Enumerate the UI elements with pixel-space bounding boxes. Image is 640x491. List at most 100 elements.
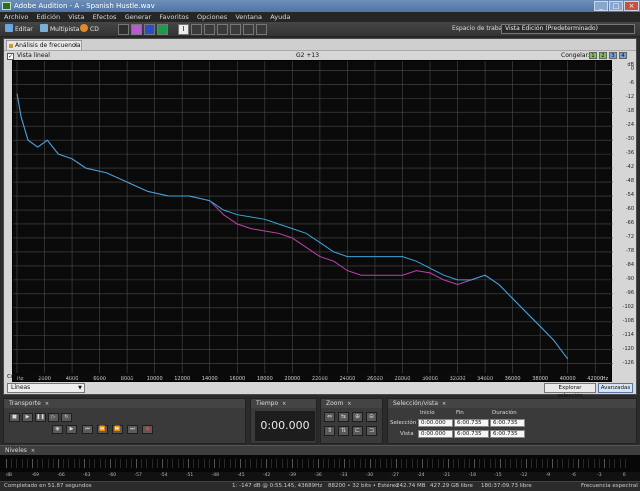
level-scale-label: -45 [237, 473, 245, 478]
zoom-left-edge-icon[interactable]: ⊏ [352, 426, 363, 436]
toolbar: Editar Multipista CD I Espacio de trabaj… [0, 22, 640, 37]
zoom-in-vertical-icon[interactable]: ⇕ [324, 426, 335, 436]
go-to-end-button[interactable]: ⏭ [127, 425, 138, 434]
play-from-cursor-button[interactable]: ▷ [48, 413, 59, 422]
play-small-button[interactable]: ▶ [66, 425, 77, 434]
loop-button[interactable]: ↻ [61, 413, 72, 422]
meter-tick [484, 459, 486, 468]
cd-view-button[interactable]: CD [80, 24, 99, 35]
levels-panel: Niveles × dB -69 -66 -63 -60 -57 -54 -51 -48 -45 -4… [0, 445, 640, 481]
record-button[interactable]: ● [142, 425, 153, 434]
menu-opciones[interactable]: Opciones [194, 12, 230, 22]
meter-tick [99, 459, 101, 468]
transport-title: Transporte × [4, 399, 245, 408]
menu-generar[interactable]: Generar [122, 12, 154, 22]
play-button[interactable]: ▶ [22, 413, 33, 422]
minimize-button[interactable]: _ [594, 1, 608, 11]
meter-tick [494, 459, 496, 468]
close-icon[interactable]: × [31, 448, 35, 454]
meter-tick [604, 459, 605, 468]
close-icon[interactable]: × [347, 401, 351, 407]
x-tick-label: 12000 [174, 376, 190, 382]
explore-selection-button[interactable]: Explorar selección [544, 383, 596, 399]
meter-tick [193, 459, 195, 468]
close-icon[interactable]: × [442, 401, 446, 407]
zoom-out-full-icon[interactable]: ⊖ [366, 412, 377, 422]
view-start-field[interactable]: 0:00.000 [418, 430, 453, 438]
level-scale-label: -27 [391, 473, 399, 478]
time-selection-tool-icon[interactable]: I [178, 24, 189, 35]
fast-forward-button[interactable]: ⏩ [112, 425, 123, 434]
meter-tick [505, 459, 507, 468]
meter-tick [396, 459, 397, 468]
freeze-button-4[interactable]: 4 [619, 52, 627, 59]
close-icon[interactable]: × [282, 401, 286, 407]
selection-end-field[interactable]: 6:00.735 [454, 419, 489, 427]
menu-efectos[interactable]: Efectos [90, 12, 120, 22]
y-tick-label: -30 [625, 136, 634, 143]
linear-view-checkbox[interactable]: ✓ [7, 53, 14, 60]
meter-tick [583, 459, 585, 468]
meter-tick [52, 459, 54, 468]
pause-button[interactable]: ❚❚ [35, 413, 46, 422]
zoom-full-icon[interactable]: ⊕ [352, 412, 363, 422]
meter-tick [541, 459, 543, 468]
hand-tool-icon[interactable] [243, 24, 254, 35]
brush-tool-icon[interactable] [217, 24, 228, 35]
meter-tick [307, 459, 309, 468]
freeze-button-3[interactable]: 3 [609, 52, 617, 59]
menu-edicion[interactable]: Edición [34, 12, 64, 22]
freeze-button-2[interactable]: 2 [599, 52, 607, 59]
close-window-button[interactable]: × [624, 1, 639, 11]
maximize-button[interactable]: □ [609, 1, 623, 11]
selection-start-field[interactable]: 0:00.000 [418, 419, 453, 427]
spectral-phase-icon[interactable] [157, 24, 168, 35]
view-end-field[interactable]: 6:00.735 [454, 430, 489, 438]
workspace-select[interactable]: Vista Edición (Predeterminado) [501, 24, 635, 34]
meter-tick [156, 459, 158, 468]
marquee-tool-icon[interactable] [191, 24, 202, 35]
freeze-button-1[interactable]: 1 [589, 52, 597, 59]
meter-tick [312, 459, 314, 468]
advanced-button[interactable]: Avanzadas [598, 383, 633, 393]
meter-tick [297, 459, 299, 468]
multitrack-view-button[interactable]: Multipista [40, 24, 79, 35]
selection-duration-field[interactable]: 6:00.735 [490, 419, 525, 427]
menu-ayuda[interactable]: Ayuda [267, 12, 293, 22]
zoom-right-edge-icon[interactable]: ⊐ [366, 426, 377, 436]
menu-archivo[interactable]: Archivo [0, 12, 31, 22]
y-tick-label: -36 [625, 150, 634, 157]
zoom-tool-icon[interactable] [256, 24, 267, 35]
meter-tick [380, 459, 382, 468]
transport-panel: Transporte × ■ ▶ ❚❚ ▷ ↻ ◉ ▶ ⏮ ⏪ ⏩ ⏭ ● [3, 398, 246, 444]
lines-select[interactable]: Líneas ▼ [7, 383, 85, 393]
menu-ventana[interactable]: Ventana [232, 12, 265, 22]
menu-vista[interactable]: Vista [65, 12, 87, 22]
spectral-pan-icon[interactable] [144, 24, 155, 35]
meter-tick [489, 459, 491, 468]
edit-view-button[interactable]: Editar [5, 24, 33, 35]
meter-tick [240, 459, 241, 468]
view-duration-field[interactable]: 6:00.735 [490, 430, 525, 438]
pause-icon-button[interactable]: ◉ [52, 425, 63, 434]
y-tick-label: -72 [625, 233, 634, 240]
go-to-start-button[interactable]: ⏮ [82, 425, 93, 434]
rewind-button[interactable]: ⏪ [97, 425, 108, 434]
meter-tick [245, 459, 247, 468]
stop-button[interactable]: ■ [9, 413, 20, 422]
meter-tick [255, 459, 257, 468]
zoom-in-horizontal-icon[interactable]: ⇔ [324, 412, 335, 422]
zoom-out-horizontal-icon[interactable]: ⇆ [338, 412, 349, 422]
tab-frequency-analysis[interactable]: Análisis de frecuencia × [6, 40, 82, 50]
lasso-tool-icon[interactable] [204, 24, 215, 35]
x-tick-label: 40000 [560, 376, 576, 382]
meter-tick [6, 459, 7, 468]
frequency-graph[interactable]: Hz 2000 4000 6000 8000 10000 12000 14000 16000 18… [12, 60, 613, 382]
zoom-out-vertical-icon[interactable]: ⇅ [338, 426, 349, 436]
meter-tick [406, 459, 408, 468]
waveform-view-icon[interactable] [118, 24, 129, 35]
heal-tool-icon[interactable] [230, 24, 241, 35]
menu-favoritos[interactable]: Favoritos [156, 12, 191, 22]
spectral-view-icon[interactable] [131, 24, 142, 35]
close-icon[interactable]: × [45, 401, 49, 407]
